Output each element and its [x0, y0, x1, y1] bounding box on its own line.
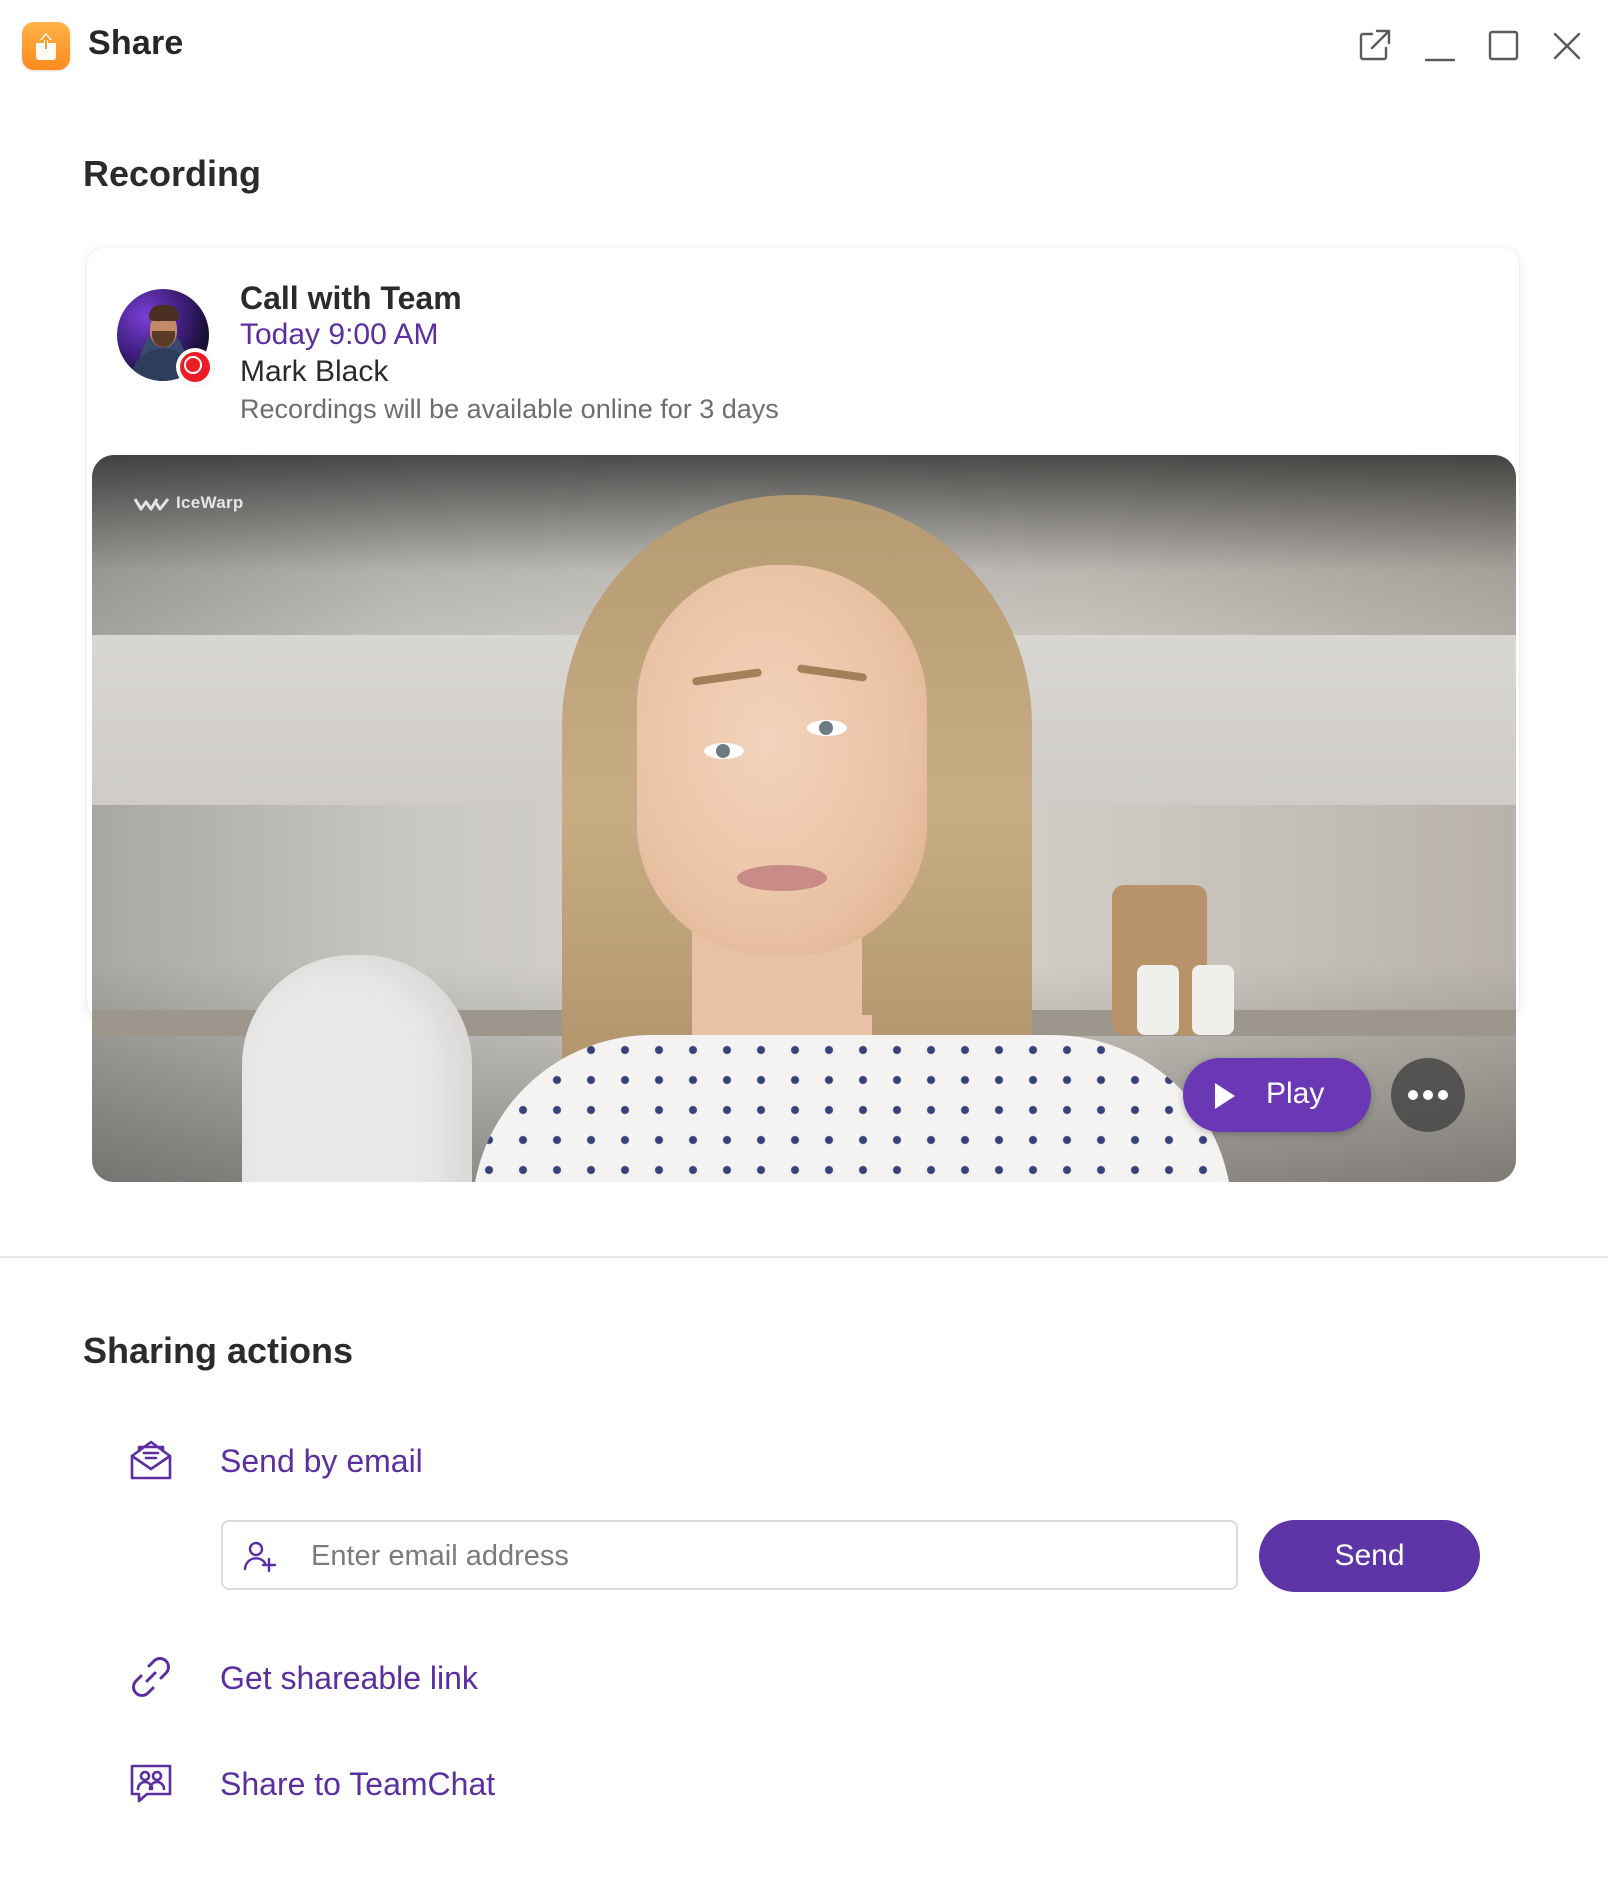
sharing-heading: Sharing actions	[83, 1330, 354, 1371]
icewarp-logo-icon	[133, 497, 170, 511]
more-dots-icon	[1408, 1090, 1448, 1100]
play-icon	[1215, 1083, 1235, 1109]
recording-indicator-icon	[176, 348, 214, 386]
more-options-button[interactable]	[1391, 1058, 1465, 1132]
share-upload-icon	[22, 22, 70, 70]
watermark-text: IceWarp	[176, 493, 244, 512]
recording-title: Call with Team	[240, 280, 462, 316]
play-button[interactable]: Play	[1183, 1058, 1371, 1132]
get-shareable-link-label[interactable]: Get shareable link	[220, 1660, 478, 1697]
recording-time: Today 9:00 AM	[240, 318, 439, 351]
play-label: Play	[1266, 1077, 1325, 1110]
window-title: Share	[88, 24, 184, 62]
add-user-icon	[243, 1541, 277, 1573]
recording-heading: Recording	[83, 153, 262, 194]
link-icon	[127, 1653, 175, 1701]
send-button[interactable]: Send	[1259, 1520, 1480, 1592]
teamchat-icon	[127, 1760, 175, 1808]
section-divider	[0, 1256, 1608, 1258]
title-bar: Share	[0, 0, 1608, 92]
email-input[interactable]	[309, 1532, 1213, 1580]
recording-owner: Mark Black	[240, 355, 389, 388]
icewarp-watermark: IceWarp	[133, 493, 244, 513]
email-envelope-icon	[127, 1436, 175, 1484]
send-by-email-label[interactable]: Send by email	[220, 1443, 423, 1480]
pop-out-icon[interactable]	[1354, 26, 1394, 66]
share-to-teamchat-label[interactable]: Share to TeamChat	[220, 1766, 495, 1803]
recording-availability-note: Recordings will be available online for …	[240, 394, 779, 424]
email-field[interactable]	[221, 1520, 1238, 1590]
maximize-icon[interactable]	[1484, 26, 1524, 66]
minimize-icon[interactable]	[1420, 26, 1460, 66]
close-icon[interactable]	[1547, 26, 1587, 66]
